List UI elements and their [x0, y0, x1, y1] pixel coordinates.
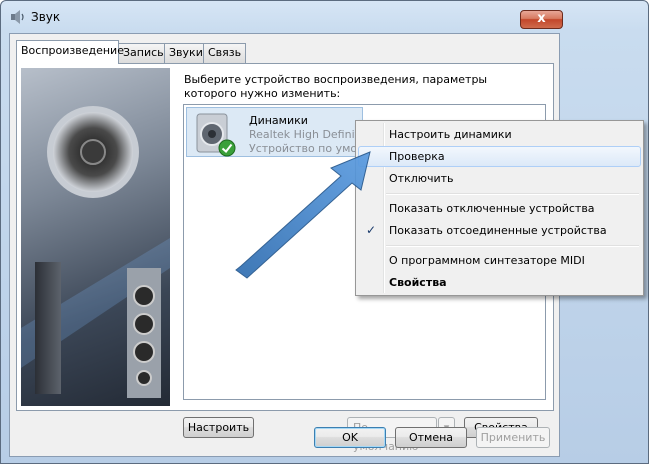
- speakers-art-icon: [21, 106, 170, 398]
- menu-item-properties[interactable]: Свойства: [358, 272, 641, 293]
- menu-item-label: Проверка: [389, 150, 445, 163]
- tab-recording[interactable]: Запись: [118, 43, 165, 63]
- device-name: Динамики: [249, 114, 308, 127]
- device-context-menu: Настроить динамики Проверка Отключить По…: [355, 120, 644, 296]
- menu-item-label: Настроить динамики: [389, 128, 512, 141]
- tab-label: Воспроизведение: [21, 44, 124, 57]
- button-label: OK: [342, 431, 358, 444]
- tab-label: Запись: [123, 46, 164, 59]
- menu-item-configure-speakers[interactable]: Настроить динамики: [358, 124, 641, 145]
- ok-button[interactable]: OK: [314, 427, 386, 448]
- configure-button[interactable]: Настроить: [183, 417, 254, 438]
- tab-sounds[interactable]: Звуки: [164, 43, 204, 63]
- speaker-icon: [11, 10, 24, 24]
- device-driver: Realtek High Definiti: [249, 128, 363, 141]
- list-item-speakers[interactable]: Динамики Realtek High Definiti Устройств…: [186, 107, 371, 157]
- green-check-icon: [218, 139, 236, 157]
- speakers-illustration: [21, 68, 170, 406]
- menu-item-label: Показать отсоединенные устройства: [389, 224, 607, 237]
- button-label: Отмена: [408, 431, 454, 444]
- menu-item-label: Показать отключенные устройства: [389, 202, 595, 215]
- menu-item-label: О программном синтезаторе MIDI: [389, 254, 585, 267]
- device-status: Устройство по умолч: [249, 142, 371, 155]
- tab-communications[interactable]: Связь: [203, 43, 246, 63]
- title-bar[interactable]: Звук x: [1, 1, 648, 31]
- button-label: Настроить: [187, 421, 250, 434]
- menu-item-test[interactable]: Проверка: [358, 146, 641, 167]
- menu-item-show-disconnected[interactable]: ✓ Показать отсоединенные устройства: [358, 220, 641, 241]
- button-label: Применить: [480, 431, 546, 444]
- close-button[interactable]: x: [520, 10, 563, 29]
- cancel-button[interactable]: Отмена: [395, 427, 467, 448]
- tab-playback[interactable]: Воспроизведение: [16, 40, 124, 64]
- checkmark-icon: ✓: [366, 223, 377, 237]
- menu-item-disable[interactable]: Отключить: [358, 168, 641, 189]
- menu-item-label: Отключить: [389, 172, 454, 185]
- menu-item-midi-about[interactable]: О программном синтезаторе MIDI: [358, 250, 641, 271]
- window-title: Звук: [31, 10, 61, 24]
- device-select-prompt: Выберите устройство воспроизведения, пар…: [184, 73, 488, 100]
- tab-label: Звуки: [169, 46, 203, 59]
- menu-item-show-disabled[interactable]: Показать отключенные устройства: [358, 198, 641, 219]
- menu-item-label: Свойства: [389, 276, 447, 289]
- menu-separator: [386, 193, 639, 195]
- close-icon: x: [537, 11, 546, 26]
- apply-button[interactable]: Применить: [476, 427, 550, 448]
- menu-separator: [386, 245, 639, 247]
- tab-label: Связь: [208, 46, 242, 59]
